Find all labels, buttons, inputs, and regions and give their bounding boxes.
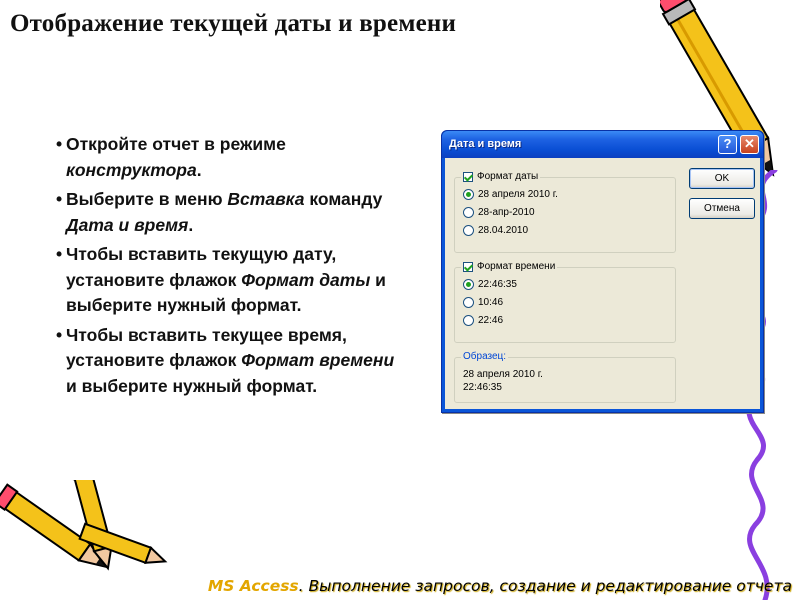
footer-text: . Выполнение запросов, создание и редакт… bbox=[298, 577, 792, 595]
sample-legend: Образец: bbox=[461, 351, 509, 362]
cancel-button[interactable]: Отмена bbox=[689, 198, 755, 219]
radio-button[interactable] bbox=[463, 189, 474, 200]
bullet-list: Откройте отчет в режиме конструктора. Вы… bbox=[56, 132, 403, 403]
date-format-toggle[interactable]: Формат даты bbox=[461, 171, 541, 182]
option-label: 28 апреля 2010 г. bbox=[478, 189, 558, 200]
bullet-item: Чтобы вставить текущую дату, установите … bbox=[56, 242, 403, 319]
bullet-item: Откройте отчет в режиме конструктора. bbox=[56, 132, 403, 183]
sample-date: 28 апреля 2010 г. bbox=[463, 369, 543, 380]
radio-button[interactable] bbox=[463, 207, 474, 218]
help-icon[interactable]: ? bbox=[718, 135, 737, 154]
radio-button[interactable] bbox=[463, 279, 474, 290]
pencil-icon bbox=[0, 480, 168, 571]
time-option[interactable]: 10:46 bbox=[463, 297, 503, 308]
date-option[interactable]: 28-апр-2010 bbox=[463, 207, 535, 218]
option-label: 10:46 bbox=[478, 297, 504, 308]
bullet-item: Выберите в меню Вставка команду Дата и в… bbox=[56, 187, 403, 238]
footer-app-name: MS Access bbox=[207, 577, 299, 595]
dialog-body: Формат даты 28 апреля 2010 г. 28-апр-201… bbox=[445, 158, 760, 409]
time-format-label: Формат времени bbox=[477, 261, 556, 272]
close-icon[interactable]: ✕ bbox=[740, 135, 759, 154]
time-option[interactable]: 22:46 bbox=[463, 315, 503, 326]
date-option[interactable]: 28.04.2010 bbox=[463, 225, 528, 236]
time-format-checkbox[interactable] bbox=[463, 261, 473, 272]
sample-time: 22:46:35 bbox=[463, 382, 502, 393]
dialog-titlebar[interactable]: Дата и время ? ✕ bbox=[442, 131, 763, 158]
date-format-checkbox[interactable] bbox=[463, 171, 473, 182]
bullet-item: Чтобы вставить текущее время, установите… bbox=[56, 323, 403, 400]
option-label: 22:46:35 bbox=[478, 279, 517, 290]
option-label: 28.04.2010 bbox=[478, 225, 529, 236]
sample-preview: 28 апреля 2010 г. 22:46:35 bbox=[463, 368, 543, 394]
date-time-dialog: Дата и время ? ✕ Формат даты 28 апреля 2… bbox=[441, 130, 764, 413]
footer-caption: MS Access. Выполнение запросов, создание… bbox=[208, 577, 792, 595]
radio-button[interactable] bbox=[463, 297, 474, 308]
sample-label: Образец: bbox=[463, 351, 507, 362]
time-format-group: Формат времени 22:46:35 10:46 22:46 bbox=[454, 261, 676, 343]
ok-button[interactable]: OK bbox=[689, 168, 755, 189]
date-format-label: Формат даты bbox=[477, 171, 539, 182]
dialog-title: Дата и время bbox=[449, 138, 522, 150]
sample-group: Образец: 28 апреля 2010 г. 22:46:35 bbox=[454, 351, 676, 403]
date-option[interactable]: 28 апреля 2010 г. bbox=[463, 189, 558, 200]
radio-button[interactable] bbox=[463, 315, 474, 326]
radio-button[interactable] bbox=[463, 225, 474, 236]
time-format-toggle[interactable]: Формат времени bbox=[461, 261, 558, 272]
slide-title: Отображение текущей даты и времени bbox=[10, 10, 457, 37]
option-label: 28-апр-2010 bbox=[478, 207, 535, 218]
date-format-group: Формат даты 28 апреля 2010 г. 28-апр-201… bbox=[454, 171, 676, 253]
option-label: 22:46 bbox=[478, 315, 504, 326]
time-option[interactable]: 22:46:35 bbox=[463, 279, 517, 290]
